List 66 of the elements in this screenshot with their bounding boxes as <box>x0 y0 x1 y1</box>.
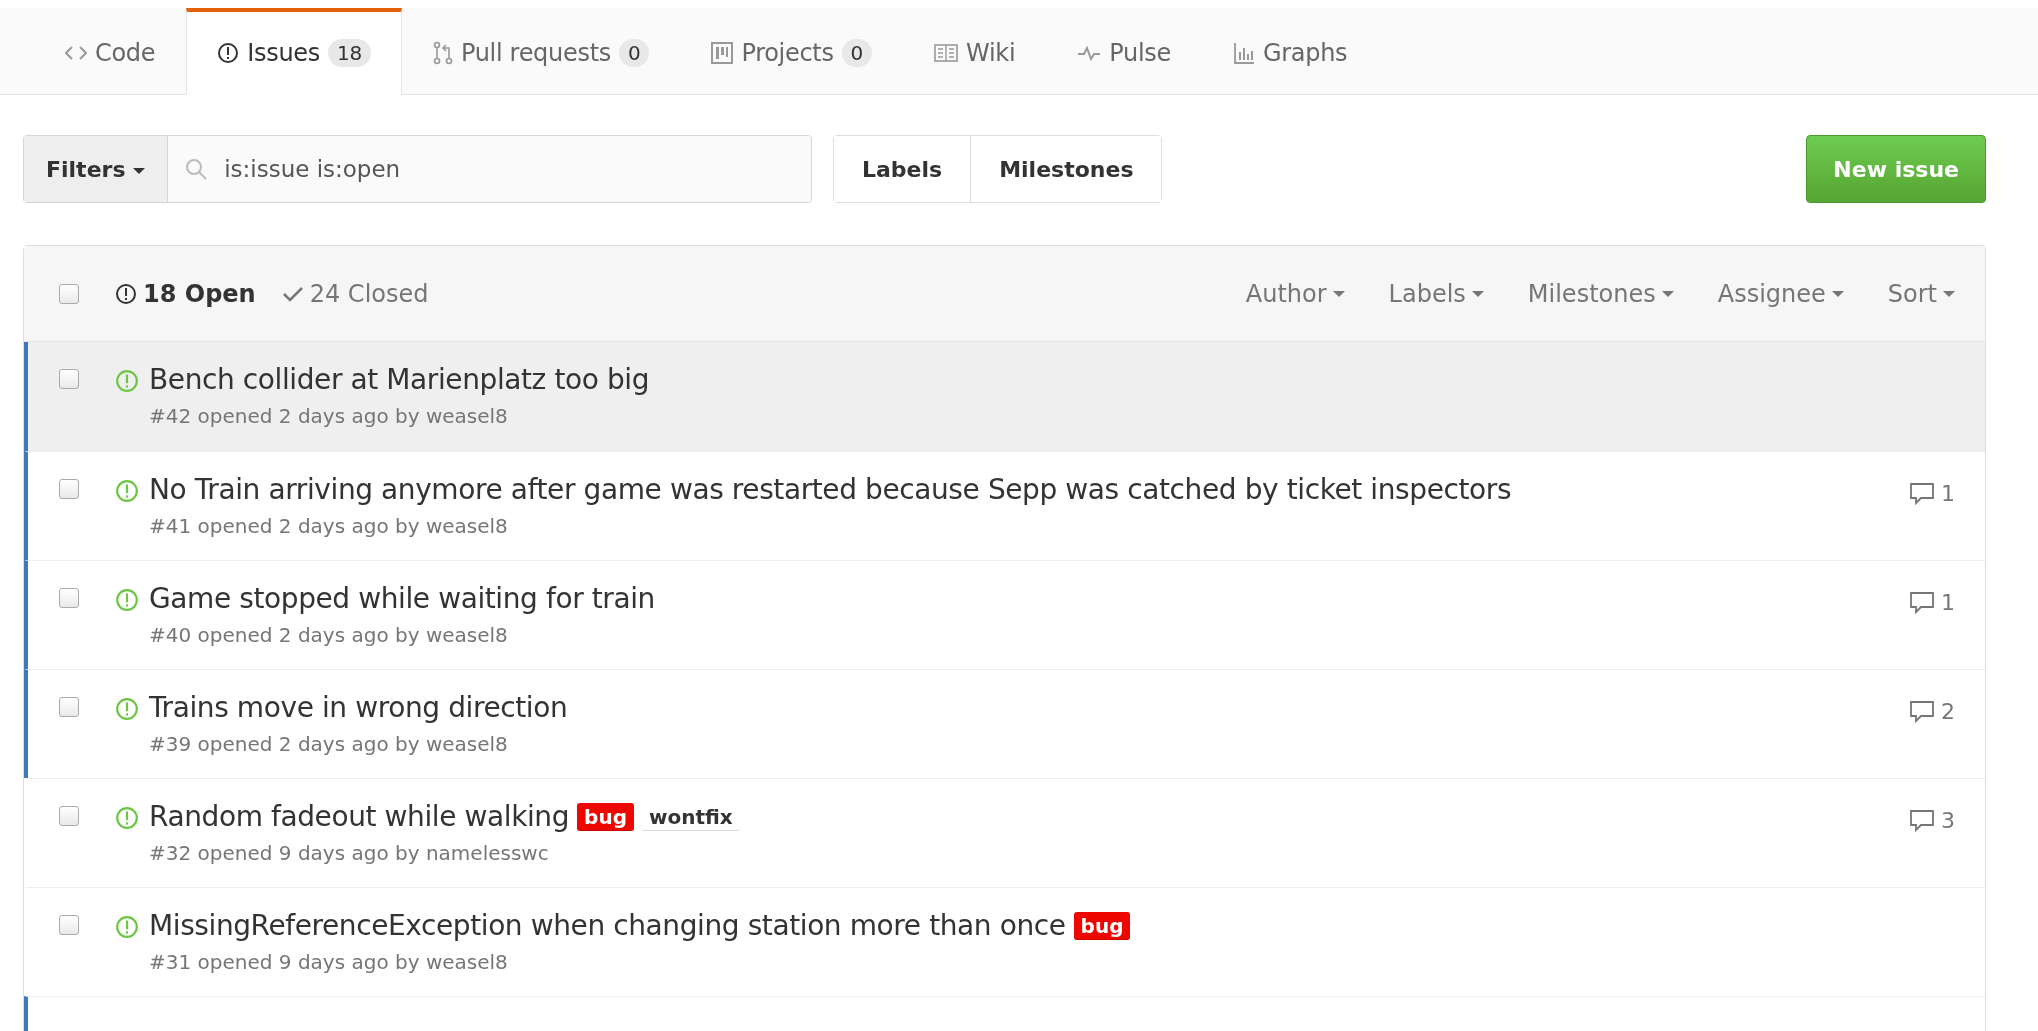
comment-count-link[interactable]: 3 <box>1909 808 1955 833</box>
open-issue-icon <box>115 806 139 830</box>
checkbox[interactable] <box>59 369 79 389</box>
issue-icon <box>115 282 137 305</box>
speech-bubble-icon <box>1909 699 1935 724</box>
repo-tab[interactable]: Pulse <box>1046 8 1202 95</box>
comment-count-link[interactable]: 2 <box>1909 699 1955 724</box>
open-issue-icon <box>115 588 139 612</box>
issue-title[interactable]: Game stopped while waiting for train <box>149 582 655 615</box>
checkbox[interactable] <box>59 588 79 608</box>
issue-meta: #42 opened 2 days ago by weasel8 <box>149 404 509 428</box>
pull-request-icon <box>432 41 453 65</box>
issue-meta: #40 opened 2 days ago by weasel8 <box>149 623 509 647</box>
nav-button[interactable]: Milestones <box>970 136 1162 202</box>
speech-bubble-icon <box>1909 481 1935 506</box>
comment-count-link[interactable]: 1 <box>1909 590 1955 615</box>
issue-title[interactable]: MissingReferenceException when changing station more than once <box>149 909 1066 942</box>
closed-filter-link[interactable]: 24 Closed <box>281 279 429 308</box>
repo-tab[interactable]: Wiki <box>903 8 1047 95</box>
open-filter-link[interactable]: 18 Open <box>115 279 256 308</box>
filter-dropdown[interactable]: Assignee <box>1717 279 1844 308</box>
open-issue-icon <box>115 915 139 939</box>
filter-dropdown[interactable]: Milestones <box>1527 279 1674 308</box>
checkbox[interactable] <box>59 283 79 304</box>
issue-meta: #31 opened 9 days ago by weasel8 <box>149 950 509 974</box>
issue-label[interactable]: bug <box>577 802 634 831</box>
issue-row[interactable]: Trains move in wrong direction #39 opened 2 days ago by weasel8 2 <box>24 669 1985 778</box>
checkbox[interactable] <box>59 697 79 717</box>
repo-tab[interactable]: Graphs <box>1202 8 1379 95</box>
repo-tab[interactable]: Pull requests 0 <box>401 8 681 95</box>
issue-icon <box>217 42 240 64</box>
repo-tab[interactable]: Projects 0 <box>680 8 904 95</box>
count-badge: 18 <box>328 39 371 67</box>
code-icon <box>65 45 87 61</box>
project-board-icon <box>711 42 734 64</box>
speech-bubble-icon <box>1909 590 1935 615</box>
issue-row[interactable]: Game stopped while waiting for train #40 opened 2 days ago by weasel8 1 <box>24 560 1985 669</box>
checkbox[interactable] <box>59 479 79 499</box>
bar-graph-icon <box>1233 42 1255 64</box>
repo-tab[interactable]: Issues 18 <box>186 8 402 95</box>
checkbox[interactable] <box>59 915 79 935</box>
issue-title[interactable]: Bench collider at Marienplatz too big <box>149 363 650 396</box>
issue-title[interactable]: No Train arriving anymore after game was restarted because Sepp was catched by ticket inspectors <box>149 473 1512 506</box>
open-issue-icon <box>115 479 139 503</box>
issue-meta: #39 opened 2 days ago by weasel8 <box>149 732 509 756</box>
filter-dropdown[interactable]: Sort <box>1887 279 1955 308</box>
speech-bubble-icon <box>1909 808 1935 833</box>
repo-tab[interactable]: Code <box>34 8 187 95</box>
open-issue-icon <box>115 369 139 393</box>
issue-meta: #41 opened 2 days ago by weasel8 <box>149 514 509 538</box>
issue-title[interactable]: Random fadeout while walking <box>149 800 570 833</box>
issue-row[interactable]: No Train arriving anymore after game was restarted because Sepp was catched by ticket inspectors #41 opened 2 days ago by weasel8 1 <box>24 451 1985 560</box>
filter-dropdown[interactable]: Labels <box>1388 279 1484 308</box>
count-badge: 0 <box>841 39 873 67</box>
book-icon <box>934 44 959 62</box>
open-issue-icon <box>115 697 139 721</box>
pulse-icon <box>1077 44 1102 62</box>
filter-dropdown[interactable]: Author <box>1245 279 1345 308</box>
comment-count-link[interactable]: 1 <box>1909 481 1955 506</box>
issue-meta: #32 opened 9 days ago by namelesswc <box>149 841 550 865</box>
issue-row[interactable]: Bench collider at Marienplatz too big #42 opened 2 days ago by weasel8 <box>24 342 1985 451</box>
issue-title[interactable]: Trains move in wrong direction <box>149 691 568 724</box>
check-icon <box>281 284 304 303</box>
count-badge: 0 <box>618 39 650 67</box>
checkbox[interactable] <box>59 806 79 826</box>
issue-label[interactable]: bug <box>1073 911 1131 940</box>
